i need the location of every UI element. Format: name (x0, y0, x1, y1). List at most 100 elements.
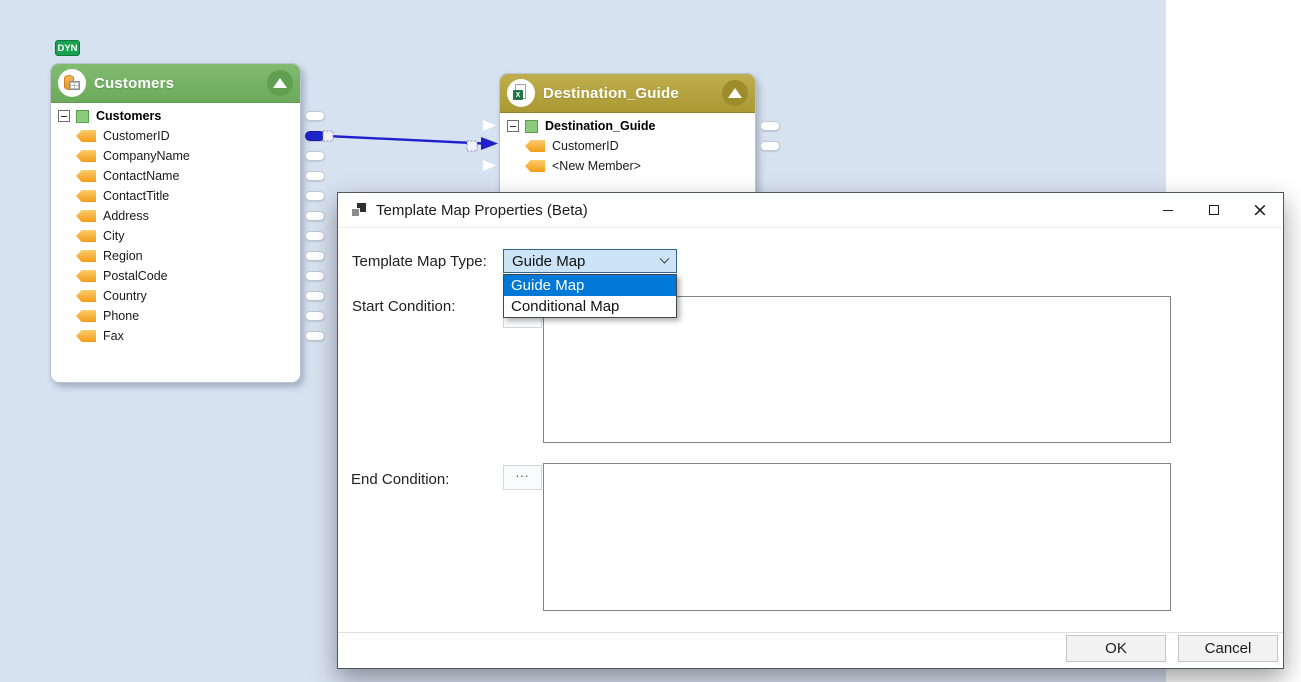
field-tag-icon (76, 210, 96, 222)
field-tag-icon (76, 130, 96, 142)
field-row[interactable]: CustomerID (500, 136, 755, 156)
tree-expander-icon[interactable] (507, 120, 519, 132)
record-icon (525, 120, 538, 133)
customers-node: Customers Customers CustomerID (50, 63, 301, 383)
field-label: Fax (103, 329, 124, 343)
output-port[interactable] (305, 211, 325, 221)
input-port[interactable] (483, 160, 496, 171)
cancel-button[interactable]: Cancel (1178, 635, 1278, 662)
end-condition-label: End Condition: (351, 471, 449, 488)
field-label: Phone (103, 309, 139, 323)
field-tag-icon (76, 230, 96, 242)
dropdown-option-guide-map[interactable]: Guide Map (504, 275, 676, 296)
field-tag-icon (76, 270, 96, 282)
root-row[interactable]: Customers (51, 106, 300, 126)
output-port[interactable] (305, 311, 325, 321)
root-label: Destination_Guide (545, 119, 655, 133)
field-row[interactable]: ContactName (51, 166, 300, 186)
collapse-arrow-icon (728, 88, 742, 98)
maximize-icon (1209, 205, 1219, 215)
database-table-icon (58, 69, 86, 97)
minimize-button[interactable] (1145, 193, 1191, 227)
field-row[interactable]: City (51, 226, 300, 246)
field-label: City (103, 229, 125, 243)
field-row[interactable]: <New Member> (500, 156, 755, 176)
output-port[interactable] (305, 251, 325, 261)
output-port[interactable] (305, 111, 325, 121)
destination-field-list: Destination_Guide CustomerID <New Member… (500, 113, 755, 176)
field-label: ContactName (103, 169, 179, 183)
output-port[interactable] (305, 331, 325, 341)
node-title: Destination_Guide (543, 85, 679, 102)
record-icon (76, 110, 89, 123)
output-port[interactable] (760, 121, 780, 131)
field-row[interactable]: PostalCode (51, 266, 300, 286)
field-label: ContactTitle (103, 189, 169, 203)
cascade-windows-icon (351, 202, 367, 218)
field-tag-icon (525, 160, 545, 172)
output-port[interactable] (305, 171, 325, 181)
field-row[interactable]: CustomerID (51, 126, 300, 146)
customers-node-header[interactable]: Customers (51, 64, 300, 103)
field-label: CompanyName (103, 149, 190, 163)
field-tag-icon (76, 150, 96, 162)
field-tag-icon (76, 250, 96, 262)
start-condition-input[interactable] (543, 296, 1171, 443)
field-row[interactable]: CompanyName (51, 146, 300, 166)
maximize-button[interactable] (1191, 193, 1237, 227)
field-row[interactable]: Region (51, 246, 300, 266)
node-title: Customers (94, 75, 174, 92)
template-map-properties-dialog: Template Map Properties (Beta) × Templat… (337, 192, 1284, 669)
dialog-titlebar[interactable]: Template Map Properties (Beta) × (338, 193, 1283, 228)
field-row[interactable]: ContactTitle (51, 186, 300, 206)
field-label: CustomerID (103, 129, 170, 143)
end-condition-browse-button[interactable]: ... (503, 465, 542, 490)
field-row[interactable]: Address (51, 206, 300, 226)
field-tag-icon (76, 190, 96, 202)
field-tag-icon (76, 310, 96, 322)
destination-guide-node: X Destination_Guide Destination_Guide (499, 73, 756, 195)
application-window: DYN Customers Customers (0, 0, 1301, 682)
field-row[interactable]: Country (51, 286, 300, 306)
output-port[interactable] (305, 271, 325, 281)
output-port[interactable] (305, 291, 325, 301)
field-tag-icon (76, 170, 96, 182)
end-condition-input[interactable] (543, 463, 1171, 611)
output-port-connected[interactable] (305, 131, 325, 141)
chevron-down-icon (660, 253, 670, 263)
ok-button[interactable]: OK (1066, 635, 1166, 662)
output-port[interactable] (305, 191, 325, 201)
root-row[interactable]: Destination_Guide (500, 116, 755, 136)
field-row[interactable]: Fax (51, 326, 300, 346)
excel-file-icon: X (507, 79, 535, 107)
start-condition-label: Start Condition: (352, 298, 455, 315)
template-map-type-label: Template Map Type: (352, 253, 487, 270)
field-label: CustomerID (552, 139, 619, 153)
tree-expander-icon[interactable] (58, 110, 70, 122)
close-button[interactable]: × (1237, 193, 1283, 227)
field-row[interactable]: Phone (51, 306, 300, 326)
close-icon: × (1252, 201, 1268, 220)
template-map-type-combobox[interactable]: Guide Map (503, 249, 677, 273)
collapse-arrow-icon (273, 78, 287, 88)
output-port[interactable] (760, 141, 780, 151)
footer-divider (338, 632, 1283, 633)
collapse-node-button[interactable] (722, 80, 748, 106)
collapse-node-button[interactable] (267, 70, 293, 96)
destination-node-header[interactable]: X Destination_Guide (500, 74, 755, 113)
dropdown-option-conditional-map[interactable]: Conditional Map (504, 296, 676, 317)
root-label: Customers (96, 109, 161, 123)
minimize-icon (1163, 210, 1173, 211)
output-port[interactable] (305, 151, 325, 161)
template-map-type-dropdown-list: Guide Map Conditional Map (503, 274, 677, 318)
dialog-title: Template Map Properties (Beta) (376, 202, 588, 219)
field-tag-icon (76, 290, 96, 302)
field-label: PostalCode (103, 269, 168, 283)
customers-field-list: Customers CustomerID CompanyName Contact… (51, 103, 300, 346)
field-label: Region (103, 249, 143, 263)
combobox-value: Guide Map (512, 253, 585, 270)
output-port[interactable] (305, 231, 325, 241)
input-port[interactable] (483, 120, 496, 131)
field-tag-icon (76, 330, 96, 342)
field-label: Country (103, 289, 147, 303)
